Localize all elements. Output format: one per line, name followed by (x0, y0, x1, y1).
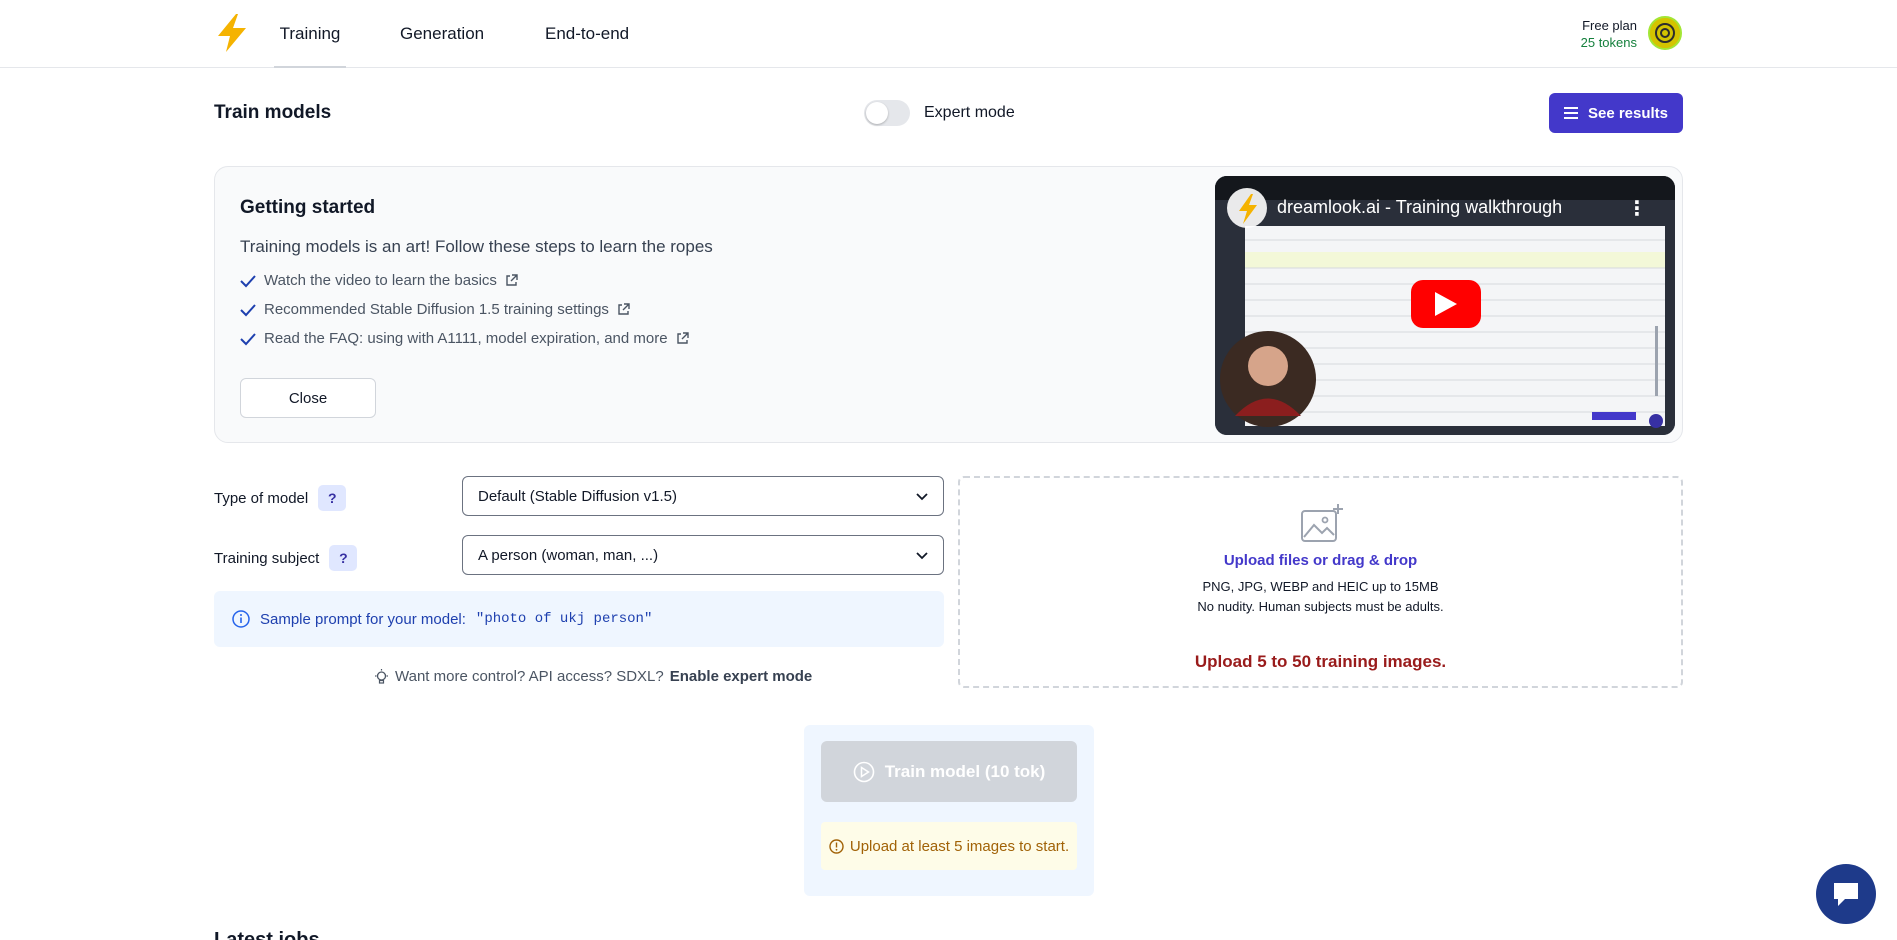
chevron-down-icon (916, 552, 928, 560)
play-button[interactable] (1411, 280, 1481, 328)
chat-bubble-icon (1834, 883, 1858, 906)
training-subject-select[interactable]: A person (woman, man, ...) (462, 535, 944, 575)
step-recommended-settings[interactable]: Recommended Stable Diffusion 1.5 trainin… (240, 301, 630, 318)
user-avatar[interactable] (1648, 16, 1682, 50)
toggle-knob (866, 102, 888, 124)
tab-end-to-end[interactable]: End-to-end (545, 0, 629, 68)
warning-circle-icon (829, 838, 844, 854)
expert-hint-text: Want more control? API access? SDXL? (395, 668, 664, 685)
external-link-icon (618, 303, 630, 315)
type-of-model-select[interactable]: Default (Stable Diffusion v1.5) (462, 476, 944, 516)
sample-prompt-prefix: Sample prompt for your model: (260, 610, 466, 628)
step-label: Recommended Stable Diffusion 1.5 trainin… (264, 301, 609, 318)
plan-name: Free plan (1582, 18, 1637, 33)
tab-training[interactable]: Training (274, 0, 346, 68)
train-model-label: Train model (10 tok) (884, 761, 1046, 781)
token-count: 25 tokens (1580, 35, 1637, 50)
video-title: dreamlook.ai - Training walkthrough (1277, 197, 1563, 217)
top-navigation-bar: Training Generation End-to-end Free plan… (0, 0, 1897, 68)
info-icon (232, 610, 250, 628)
upload-files-link[interactable]: Upload files or drag & drop (960, 552, 1681, 569)
step-label: Watch the video to learn the basics (264, 272, 497, 289)
check-icon (240, 332, 256, 345)
type-of-model-label: Type of model (214, 489, 309, 507)
tab-generation[interactable]: Generation (400, 0, 484, 68)
expert-mode-label: Expert mode (924, 104, 1015, 121)
lightning-logo-icon[interactable] (214, 14, 250, 52)
external-link-icon (676, 332, 689, 344)
see-results-button[interactable]: See results (1549, 93, 1683, 133)
page-title: Train models (214, 102, 332, 123)
upload-requirement-text: Upload 5 to 50 training images. (1194, 652, 1447, 671)
sample-prompt-text: "photo of ukj person" (475, 611, 653, 627)
type-of-model-label-row: Type of model ? (214, 485, 347, 511)
check-icon (240, 303, 256, 316)
training-subject-label: Training subject (214, 549, 320, 567)
upload-dropzone[interactable]: Upload files or drag & drop PNG, JPG, WE… (958, 476, 1683, 688)
external-link-icon (506, 274, 518, 286)
getting-started-card: Getting started Training models is an ar… (214, 166, 1683, 443)
video-more-icon[interactable]: ⋮ (1627, 196, 1647, 221)
training-subject-value: A person (woman, man, ...) (478, 546, 659, 564)
training-subject-label-row: Training subject ? (214, 545, 358, 571)
step-read-faq[interactable]: Read the FAQ: using with A1111, model ex… (240, 330, 689, 347)
training-subject-help-button[interactable]: ? (329, 545, 358, 571)
add-image-icon (1301, 504, 1343, 542)
expert-mode-toggle[interactable] (864, 100, 910, 126)
upload-rule-text: No nudity. Human subjects must be adults… (1197, 599, 1444, 614)
type-of-model-help-button[interactable]: ? (318, 485, 347, 511)
chevron-down-icon (916, 493, 928, 501)
step-watch-video[interactable]: Watch the video to learn the basics (240, 272, 518, 289)
enable-expert-mode-link[interactable]: Enable expert mode (670, 668, 813, 685)
step-label: Read the FAQ: using with A1111, model ex… (264, 330, 668, 347)
train-model-button[interactable]: Train model (10 tok) (821, 741, 1077, 802)
see-results-label: See results (1587, 104, 1669, 122)
upload-warning: Upload at least 5 images to start. (821, 822, 1077, 870)
plan-info[interactable]: Free plan 25 tokens (1581, 17, 1637, 51)
train-panel: Train model (10 tok) Upload at least 5 i… (804, 725, 1094, 896)
video-player[interactable]: dreamlook.ai - Training walkthrough ⋮ (1215, 176, 1675, 435)
list-icon (1563, 107, 1578, 119)
play-icon (1435, 292, 1457, 316)
check-icon (240, 274, 256, 287)
sample-prompt-box: Sample prompt for your model: "photo of … (214, 591, 944, 647)
avatar-icon (1650, 18, 1680, 48)
lightbulb-icon (375, 668, 388, 684)
upload-warning-text: Upload at least 5 images to start. (849, 837, 1070, 855)
getting-started-subtitle: Training models is an art! Follow these … (240, 237, 713, 256)
chat-button[interactable] (1816, 864, 1876, 924)
play-circle-icon (853, 761, 875, 782)
type-of-model-value: Default (Stable Diffusion v1.5) (478, 487, 677, 505)
getting-started-title: Getting started (240, 197, 376, 218)
close-button[interactable]: Close (240, 378, 376, 418)
expert-mode-hint: Want more control? API access? SDXL? Ena… (374, 668, 812, 685)
latest-jobs-heading: Latest jobs (214, 929, 320, 940)
upload-formats-text: PNG, JPG, WEBP and HEIC up to 15MB (1202, 579, 1439, 594)
